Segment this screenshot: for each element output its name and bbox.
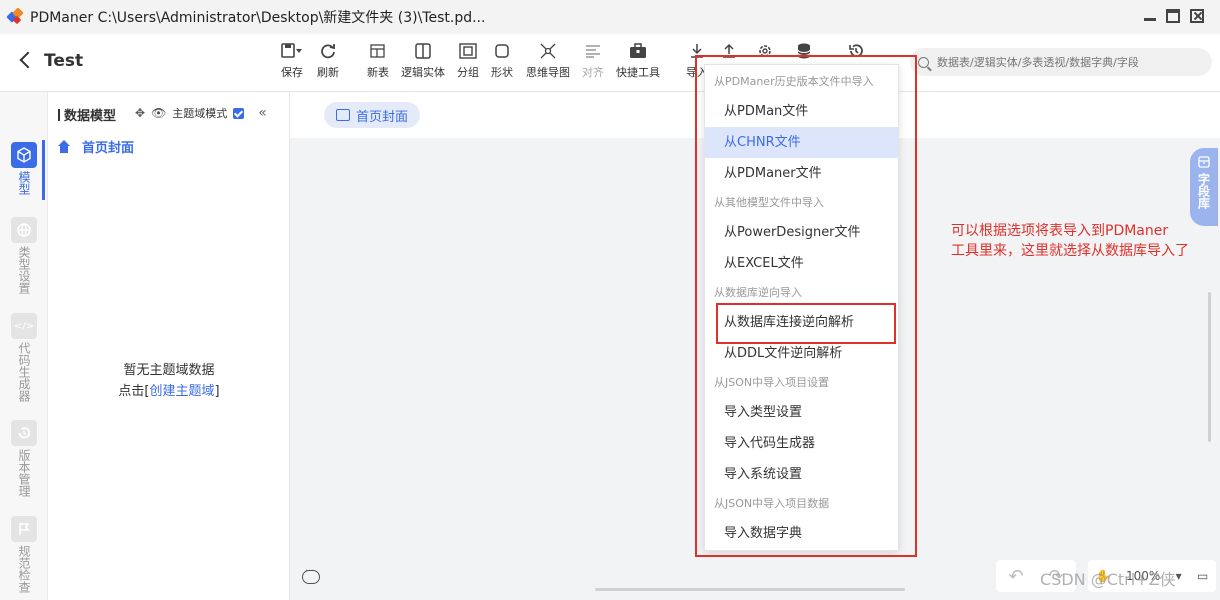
chevron-down-icon[interactable]: ▾ xyxy=(1176,569,1182,583)
refresh-label: 刷新 xyxy=(317,66,339,79)
annotation-text: 可以根据选项将表导入到PDManer 工具里来，这里就选择从数据库导入了 xyxy=(951,223,1189,259)
chat-icon[interactable] xyxy=(302,566,320,584)
group-icon xyxy=(457,42,479,60)
nav-item-code-generator[interactable]: </> 代码生成器 xyxy=(0,313,48,402)
nav-label-type-settings: 类型设置 xyxy=(17,246,31,294)
cube-icon xyxy=(11,142,37,168)
create-subject-link[interactable]: 创建主题域 xyxy=(149,384,214,399)
create-prefix: 点击[ xyxy=(118,384,150,399)
title-bar: PDManer C:\Users\Administrator\Desktop\新… xyxy=(0,0,1220,34)
map-icon[interactable]: ▭ xyxy=(1197,569,1208,583)
new-table-button[interactable]: 新表 xyxy=(367,42,389,80)
align-label: 对齐 xyxy=(582,66,604,79)
code-icon: </> xyxy=(11,313,37,339)
close-button[interactable] xyxy=(1190,9,1204,23)
create-subject-line: 点击[创建主题域] xyxy=(48,381,290,402)
globe-icon xyxy=(11,217,37,243)
save-label: 保存 xyxy=(281,66,303,79)
collapse-panel-icon[interactable]: « xyxy=(258,105,267,121)
model-panel-actions: ✥ 👁 主题域模式 « xyxy=(135,105,267,121)
field-library-label: 字段库 xyxy=(1196,173,1211,209)
empty-state: 暂无主题域数据 点击[创建主题域] xyxy=(48,360,290,402)
logic-entity-icon xyxy=(401,42,445,60)
eye-icon[interactable]: 👁 xyxy=(151,106,166,120)
search-input[interactable] xyxy=(937,55,1197,69)
toolbox-button[interactable]: 快捷工具 xyxy=(616,42,660,80)
app-logo-icon xyxy=(6,7,24,25)
left-nav: 模型 类型设置 </> 代码生成器 版本管理 规范检查 xyxy=(0,92,48,600)
flag-icon xyxy=(11,516,37,542)
shape-label: 形状 xyxy=(491,66,513,79)
group-button[interactable]: 分组 xyxy=(457,42,479,80)
window-title: PDManer C:\Users\Administrator\Desktop\新… xyxy=(30,10,486,26)
subject-mode-checkbox[interactable] xyxy=(233,107,245,119)
watermark: CSDN @Ctrl+Z侠 xyxy=(1040,570,1176,589)
project-title: Test xyxy=(44,51,84,71)
refresh-button[interactable]: 刷新 xyxy=(317,42,339,80)
annotation-box-db-reverse xyxy=(716,303,896,344)
mindmap-label: 思维导图 xyxy=(526,66,570,79)
save-button[interactable]: 保存 xyxy=(281,42,303,80)
nav-label-code-generator: 代码生成器 xyxy=(17,342,31,402)
history-icon xyxy=(11,420,37,446)
new-table-icon xyxy=(367,42,389,60)
nav-item-type-settings[interactable]: 类型设置 xyxy=(0,217,48,294)
nav-label-spec-check: 规范检查 xyxy=(17,545,31,593)
toolbox-label: 快捷工具 xyxy=(616,66,660,79)
toolbox-icon xyxy=(616,42,660,60)
field-library-button[interactable]: 字段库 xyxy=(1190,148,1218,226)
horizontal-scrollbar[interactable] xyxy=(595,588,905,591)
logic-entity-button[interactable]: 逻辑实体 xyxy=(401,42,445,80)
home-cover-item[interactable]: 首页封面 xyxy=(56,137,134,156)
new-table-label: 新表 xyxy=(367,66,389,79)
subject-mode-label: 主题域模式 xyxy=(172,107,228,120)
nav-item-model[interactable]: 模型 xyxy=(0,142,48,195)
minimize-button[interactable] xyxy=(1143,9,1157,23)
shape-icon xyxy=(491,42,513,60)
group-label: 分组 xyxy=(457,66,479,79)
vertical-scrollbar[interactable] xyxy=(1208,292,1211,442)
header-toolbar: Test 保存 刷新 新表 逻辑实体 分组 形状 思维导图 对齐 快捷工具 导入… xyxy=(0,34,1220,92)
picture-icon xyxy=(336,109,350,121)
nav-item-spec-check[interactable]: 规范检查 xyxy=(0,516,48,593)
create-suffix: ] xyxy=(214,384,220,399)
maximize-button[interactable] xyxy=(1166,9,1180,23)
mindmap-icon xyxy=(526,42,570,60)
refresh-icon xyxy=(317,42,339,60)
logic-entity-label: 逻辑实体 xyxy=(401,66,445,79)
mindmap-button[interactable]: 思维导图 xyxy=(526,42,570,80)
archive-icon xyxy=(1198,156,1210,168)
search-box[interactable] xyxy=(910,48,1212,76)
model-panel: 数据模型 ✥ 👁 主题域模式 « 首页封面 暂无主题域数据 点击[创建主题域] xyxy=(48,92,290,600)
tab-home-cover[interactable]: 首页封面 xyxy=(324,102,421,128)
search-icon xyxy=(918,56,929,68)
align-button[interactable]: 对齐 xyxy=(582,42,604,80)
home-icon xyxy=(56,139,72,154)
shape-button[interactable]: 形状 xyxy=(491,42,513,80)
align-icon xyxy=(582,42,604,60)
save-icon xyxy=(281,42,303,60)
move-icon[interactable]: ✥ xyxy=(135,106,145,120)
nav-item-version[interactable]: 版本管理 xyxy=(0,420,48,497)
nav-label-model: 模型 xyxy=(17,171,31,195)
model-panel-title: 数据模型 xyxy=(58,105,116,124)
tab-home-cover-label: 首页封面 xyxy=(356,109,409,125)
nav-label-version: 版本管理 xyxy=(17,449,31,497)
home-cover-label: 首页封面 xyxy=(82,141,135,156)
empty-state-text: 暂无主题域数据 xyxy=(123,363,215,378)
back-arrow-icon[interactable] xyxy=(19,51,37,69)
undo-icon[interactable]: ↶ xyxy=(1008,566,1023,587)
